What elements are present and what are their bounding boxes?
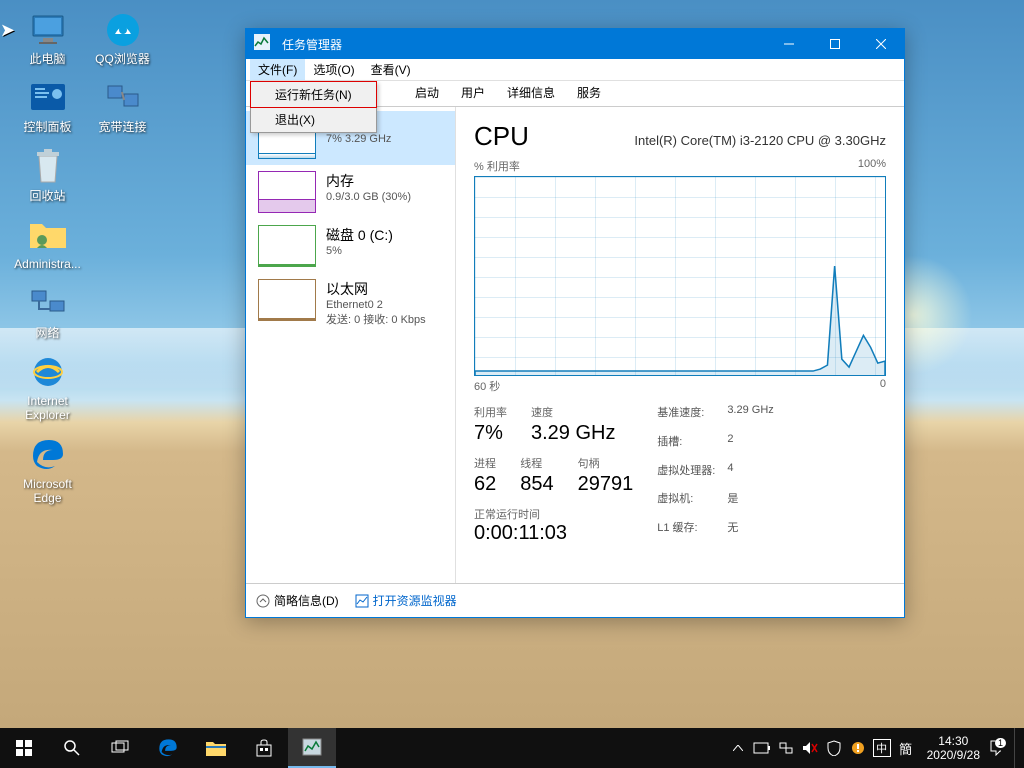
taskbar: 中 簡 14:30 2020/9/28 1: [0, 728, 1024, 768]
explorer-taskbar-button[interactable]: [192, 728, 240, 768]
ie-icon[interactable]: Internet Explorer: [10, 352, 85, 423]
tab-startup[interactable]: 启动: [404, 79, 450, 106]
menu-options[interactable]: 选项(O): [305, 59, 362, 80]
recycle-bin-icon[interactable]: 回收站: [10, 147, 85, 203]
resource-memory[interactable]: 内存 0.9/3.0 GB (30%): [246, 165, 455, 219]
ime-indicator[interactable]: 中: [873, 739, 891, 757]
taskbar-clock[interactable]: 14:30 2020/9/28: [919, 734, 988, 763]
cpu-title: CPU: [474, 121, 529, 152]
app-icon: [254, 34, 274, 54]
ime-mode-indicator[interactable]: 簡: [895, 728, 917, 768]
start-button[interactable]: [0, 728, 48, 768]
tab-details[interactable]: 详细信息: [496, 79, 566, 106]
cpu-chart: [474, 176, 886, 376]
resource-disk[interactable]: 磁盘 0 (C:) 5%: [246, 219, 455, 273]
cpu-name: Intel(R) Core(TM) i3-2120 CPU @ 3.30GHz: [634, 133, 886, 148]
file-dropdown: 运行新任务(N) 退出(X): [250, 81, 377, 133]
tray-battery-icon[interactable]: [751, 728, 773, 768]
window-footer: 简略信息(D) 打开资源监视器: [246, 583, 904, 617]
menubar: 文件(F) 选项(O) 查看(V) 运行新任务(N) 退出(X): [246, 59, 904, 81]
show-desktop-button[interactable]: [1014, 728, 1020, 768]
window-title: 任务管理器: [282, 36, 766, 53]
minimize-button[interactable]: [766, 29, 812, 59]
tray-updates-icon[interactable]: [847, 728, 869, 768]
tab-users[interactable]: 用户: [450, 79, 496, 106]
desktop-icons: 此电脑 QQ浏览器 控制面板 宽带连接 回收站 Administra... 网络: [10, 10, 160, 506]
edge-taskbar-button[interactable]: [144, 728, 192, 768]
menu-exit[interactable]: 退出(X): [251, 107, 376, 132]
cpu-chart-line: [475, 177, 885, 375]
task-manager-taskbar-button[interactable]: [288, 728, 336, 768]
search-button[interactable]: [48, 728, 96, 768]
store-taskbar-button[interactable]: [240, 728, 288, 768]
maximize-button[interactable]: [812, 29, 858, 59]
task-manager-window: 任务管理器 文件(F) 选项(O) 查看(V) 运行新任务(N) 退出(X) 启…: [245, 28, 905, 618]
disk-thumb-icon: [258, 225, 316, 267]
cpu-panel: CPU Intel(R) Core(TM) i3-2120 CPU @ 3.30…: [456, 107, 904, 583]
control-panel-icon[interactable]: 控制面板: [10, 78, 85, 134]
open-resource-monitor-link[interactable]: 打开资源监视器: [355, 592, 457, 609]
titlebar[interactable]: 任务管理器: [246, 29, 904, 59]
menu-run-new-task[interactable]: 运行新任务(N): [250, 81, 377, 108]
resource-ethernet[interactable]: 以太网 Ethernet0 2 发送: 0 接收: 0 Kbps: [246, 273, 455, 333]
close-button[interactable]: [858, 29, 904, 59]
action-center-icon[interactable]: 1: [990, 728, 1012, 768]
tab-services[interactable]: 服务: [566, 79, 612, 106]
network-icon[interactable]: 网络: [10, 284, 85, 340]
broadband-icon[interactable]: 宽带连接: [85, 78, 160, 134]
chevron-up-circle-icon: [256, 594, 270, 608]
memory-thumb-icon: [258, 171, 316, 213]
fewer-details-button[interactable]: 简略信息(D): [256, 592, 339, 609]
resource-list: CPU 7% 3.29 GHz 内存 0.9/3.0 GB (30%) 磁盘 0…: [246, 107, 456, 583]
qq-browser-icon[interactable]: QQ浏览器: [85, 10, 160, 66]
tray-chevron-up-icon[interactable]: [727, 728, 749, 768]
administrator-folder-icon[interactable]: Administra...: [10, 215, 85, 271]
this-pc-icon[interactable]: 此电脑: [10, 10, 85, 66]
menu-file[interactable]: 文件(F): [250, 59, 305, 80]
tray-volume-muted-icon[interactable]: [799, 728, 821, 768]
tray-security-icon[interactable]: [823, 728, 845, 768]
menu-view[interactable]: 查看(V): [363, 59, 419, 80]
tray-network-icon[interactable]: [775, 728, 797, 768]
resource-monitor-icon: [355, 594, 369, 608]
edge-icon[interactable]: Microsoft Edge: [10, 435, 85, 506]
taskview-button[interactable]: [96, 728, 144, 768]
ethernet-thumb-icon: [258, 279, 316, 321]
